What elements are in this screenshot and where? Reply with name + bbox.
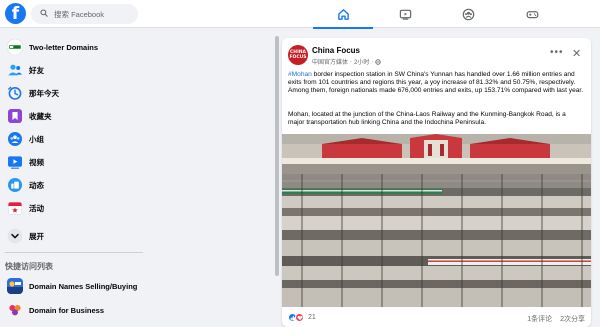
sidebar-item-label: 收藏夹	[29, 111, 52, 121]
sidebar-item-two-letter-domains[interactable]: Two-letter Domains	[3, 36, 143, 58]
more-options-icon[interactable]: •••	[550, 48, 564, 58]
reactions-summary[interactable]: 21	[288, 313, 316, 322]
love-reaction-icon	[295, 313, 304, 322]
shortcut-domain-names-selling-buying[interactable]: Domain Names Selling/Buying	[3, 275, 143, 297]
shortcut-domain-for-business[interactable]: Domain for Business	[3, 299, 143, 321]
search-box[interactable]	[31, 4, 138, 24]
group-thumbnail	[7, 278, 23, 294]
watch-icon	[399, 9, 411, 20]
sidebar-item-events[interactable]: 活动	[3, 197, 143, 219]
sidebar-item-label: 小组	[29, 134, 44, 144]
post-time[interactable]: 2小时	[354, 57, 369, 66]
post-paragraph-1: border inspection station in SW China's …	[288, 71, 584, 95]
page-name[interactable]: China Focus	[312, 46, 360, 55]
post-text: #Mohan border inspection station in SW C…	[288, 71, 584, 96]
tab-gaming[interactable]	[502, 0, 562, 28]
post-stats: 1条评论 2次分享	[527, 314, 585, 324]
sidebar-item-label: Two-letter Domains	[29, 42, 99, 52]
page-subtitle: 中国官方媒体	[312, 60, 349, 66]
sidebar-item-label: 视频	[29, 157, 44, 167]
shortcut-label: Domain for Business	[29, 305, 105, 315]
sidebar-item-saved[interactable]: 收藏夹	[3, 105, 143, 127]
avatar-text-line-2: FOCUS	[289, 55, 307, 60]
sidebar-item-label: 动态	[29, 180, 44, 190]
tab-home[interactable]	[313, 0, 373, 29]
meta-separator: ·	[371, 58, 374, 65]
sidebar-item-label: 那年今天	[29, 88, 59, 98]
shares-count[interactable]: 2次分享	[560, 314, 585, 324]
sidebar-divider	[5, 252, 143, 253]
globe-icon	[375, 58, 382, 65]
post-footer: 21 1条评论 2次分享	[282, 308, 591, 327]
groups-icon	[462, 8, 474, 20]
shortcut-label: Domain Names Selling/Buying	[29, 281, 138, 291]
gaming-icon	[526, 10, 538, 18]
saved-icon	[7, 108, 23, 124]
tab-groups[interactable]	[438, 0, 498, 28]
left-sidebar: Two-letter Domains 好友 那年今天 收藏夹 小组 视频 动态 …	[0, 28, 146, 327]
sidebar-item-label: 好友	[29, 65, 44, 75]
sidebar-item-groups[interactable]: 小组	[3, 128, 143, 150]
chevron-down-icon	[7, 228, 23, 244]
video-icon	[7, 154, 23, 170]
sidebar-item-friends[interactable]: 好友	[3, 59, 143, 81]
two-letter-domains-thumb	[7, 39, 23, 55]
search-input[interactable]	[54, 7, 134, 21]
close-icon[interactable]: ✕	[572, 49, 581, 60]
facebook-logo[interactable]: f	[5, 3, 26, 24]
post-paragraph-2: Mohan, located at the junction of the Ch…	[288, 111, 566, 127]
meta-separator: ·	[350, 58, 353, 65]
home-icon	[337, 8, 349, 20]
groups-icon	[7, 131, 23, 147]
reaction-count: 21	[308, 314, 316, 321]
memories-icon	[7, 85, 23, 101]
page-avatar[interactable]: CHINA FOCUS	[288, 45, 308, 65]
search-icon	[40, 9, 48, 17]
comments-count[interactable]: 1条评论	[527, 314, 552, 324]
top-navigation-bar: f	[0, 0, 600, 29]
sidebar-item-video[interactable]: 视频	[3, 151, 143, 173]
hashtag-link[interactable]: #Mohan	[288, 71, 312, 78]
sidebar-item-memories[interactable]: 那年今天	[3, 82, 143, 104]
shortcuts-title: 快捷访问列表	[5, 262, 53, 271]
feeds-icon	[7, 177, 23, 193]
feed-scrollbar-thumb[interactable]	[275, 36, 279, 276]
tab-watch[interactable]	[375, 0, 435, 28]
group-thumbnail	[7, 302, 23, 318]
post-photo[interactable]	[282, 134, 591, 307]
friends-icon	[7, 62, 23, 78]
sidebar-item-label: 展开	[29, 231, 44, 241]
post-card: CHINA FOCUS China Focus 中国官方媒体 · 2小时 · •…	[282, 38, 591, 327]
sidebar-item-expand[interactable]: 展开	[3, 225, 143, 247]
sidebar-item-label: 活动	[29, 203, 44, 213]
events-icon	[7, 200, 23, 216]
post-meta: 中国官方媒体 · 2小时 ·	[312, 57, 382, 66]
sidebar-item-feeds[interactable]: 动态	[3, 174, 143, 196]
